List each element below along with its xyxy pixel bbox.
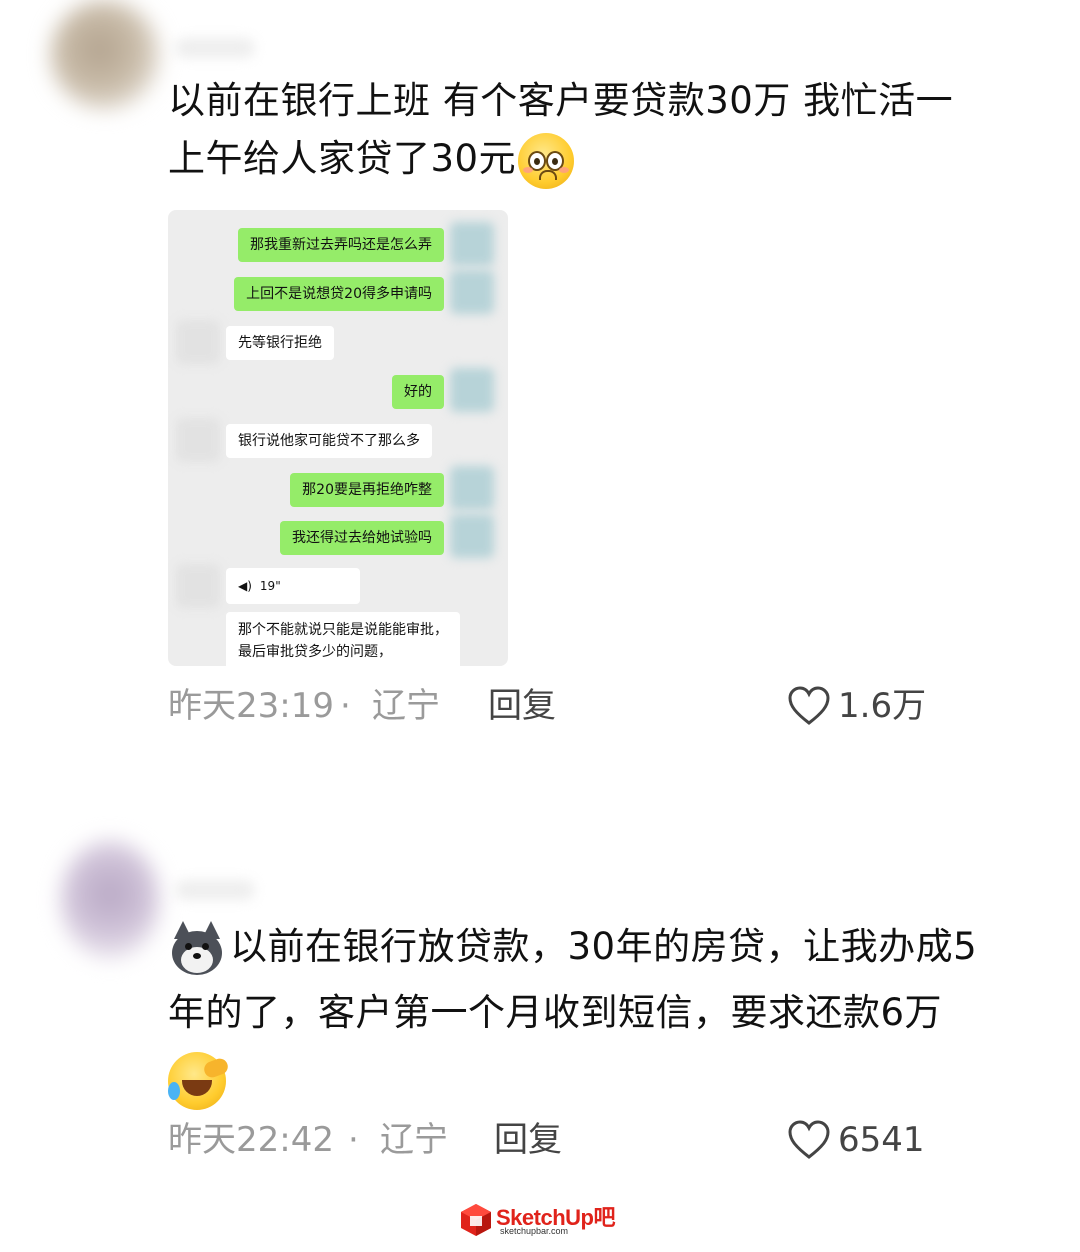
comment-text-line: 年的了，客户第一个月收到短信，要求还款6万 [168,991,943,1034]
voice-message-bubble[interactable]: ◀) 19" [226,568,360,604]
reply-button[interactable]: 回复 [488,682,556,730]
reply-button[interactable]: 回复 [494,1116,562,1164]
comment-text: 以前在银行放贷款，30年的房贷，让我办成5 年的了，客户第一个月收到短信，要求还… [168,914,1038,1112]
watermark-logo: SketchUp吧 sketchupbar.com [458,1198,628,1244]
heart-icon [788,1120,830,1159]
comment-text-line: 上午给人家贷了30元 [168,130,1038,189]
meta-separator: · [340,686,351,726]
chat-avatar [176,564,220,608]
doge-emoji-icon [168,920,226,977]
avatar[interactable] [60,840,160,960]
comment-text-line: 以前在银行放贷款，30年的房贷，让我办成5 [168,914,1038,980]
voice-wave-icon: ◀) [238,579,252,593]
comment-meta: 昨天22:42 · 辽宁 回复 6541 [168,1116,928,1164]
chat-bubble: 银行说他家可能贷不了那么多 [226,424,432,458]
like-button[interactable]: 1.6万 [788,682,926,730]
username-blurred [175,38,255,58]
comment-meta: 昨天23:19 · 辽宁 回复 1.6万 [168,682,928,730]
comment-time: 昨天23:19 [168,686,334,726]
like-count: 1.6万 [838,686,927,726]
chat-screenshot-image[interactable]: 那我重新过去弄吗还是怎么弄 上回不是说想贷20得多申请吗 先等银行拒绝 好的 银… [168,210,508,666]
chat-avatar [450,270,494,314]
voice-duration: 19" [259,579,281,593]
comment-location: 辽宁 [380,1120,448,1160]
watermark-site: sketchupbar.com [500,1226,569,1236]
chat-avatar [176,320,220,364]
like-count: 6541 [838,1120,925,1160]
chat-bubble: 我还得过去给她试验吗 [280,521,444,555]
comment-time: 昨天22:42 [168,1120,334,1160]
chat-avatar [450,368,494,412]
pleading-face-emoji-icon [518,132,575,189]
chat-bubble: 先等银行拒绝 [226,326,334,360]
chat-avatar [450,466,494,510]
meta-separator: · [348,1120,359,1160]
chat-bubble: 好的 [392,375,444,409]
username-blurred [175,880,255,900]
comment-text-line: 以前在银行上班 有个客户要贷款30万 我忙活一 [168,79,954,122]
cube-logo-icon [461,1204,491,1236]
chat-bubble: 那20要是再拒绝咋整 [290,473,444,507]
comment-location: 辽宁 [372,686,440,726]
chat-avatar [450,514,494,558]
laughing-crying-emoji-icon [168,1051,231,1110]
comment-text-line [168,1046,1038,1112]
chat-bubble: 那个不能就说只能是说能能审批，最后审批贷多少的问题， [226,612,460,666]
chat-bubble: 那我重新过去弄吗还是怎么弄 [238,228,444,262]
comment-text: 以前在银行上班 有个客户要贷款30万 我忙活一 上午给人家贷了30元 [168,72,1038,189]
like-button[interactable]: 6541 [788,1116,925,1164]
avatar[interactable] [50,0,160,110]
chat-bubble: 上回不是说想贷20得多申请吗 [234,277,444,311]
heart-icon [788,686,830,725]
chat-avatar [450,222,494,266]
chat-avatar [176,418,220,462]
